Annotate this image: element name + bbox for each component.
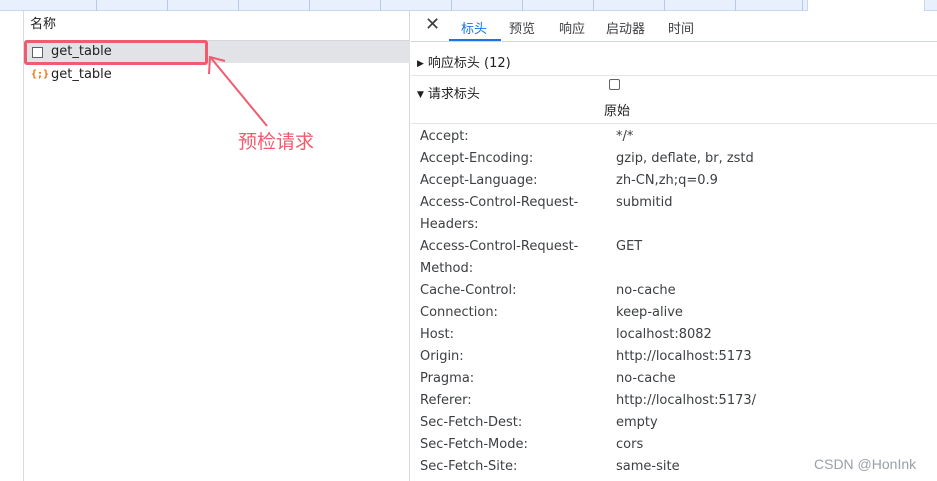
highlight-box [24, 40, 208, 65]
header-value: no-cache [616, 283, 676, 298]
annotation-label: 预检请求 [238, 131, 315, 153]
header-name-continued: Headers: [420, 217, 479, 232]
timeline-gridline [802, 0, 803, 11]
header-value: localhost:8082 [616, 327, 712, 342]
timeline-gridline [451, 0, 452, 11]
header-value: gzip, deflate, br, zstd [616, 151, 754, 166]
header-name: Accept-Encoding: [420, 151, 534, 166]
section-title: 请求标头 [427, 87, 480, 102]
raw-label: 原始 [604, 104, 631, 119]
header-value: GET [616, 239, 643, 254]
header-value: same-site [616, 459, 680, 474]
tab-preview[interactable]: 预览 [509, 18, 535, 37]
header-name: Accept: [420, 129, 469, 144]
timeline-gridline [380, 0, 381, 11]
section-header: ▶ 响应标头 (12) [417, 52, 511, 71]
header-name: Accept-Language: [420, 173, 538, 188]
header-name: Cache-Control: [420, 283, 517, 298]
timeline-gridline [664, 0, 665, 11]
watermark: CSDN @HonInk [814, 456, 917, 472]
timeline-gridline [96, 0, 97, 11]
header-name: Sec-Fetch-Site: [420, 459, 518, 474]
timeline-gridline [238, 0, 239, 11]
timeline-gridline [735, 0, 736, 11]
header-value: no-cache [616, 371, 676, 386]
name-column-header[interactable]: 名称 [25, 11, 409, 41]
header-name: Referer: [420, 393, 472, 408]
tab-headers[interactable]: 标头 [461, 18, 487, 37]
header-value: */* [616, 129, 634, 144]
header-value: cors [616, 437, 644, 452]
section-header: ▼ 请求标头 [417, 83, 480, 102]
expanded-triangle-icon: ▼ [417, 90, 424, 100]
header-name: Pragma: [420, 371, 475, 386]
sidebar-edge [0, 11, 24, 481]
timeline-overview[interactable] [0, 0, 937, 11]
header-value: submitid [616, 195, 673, 210]
section-title: 响应标头 (12) [427, 56, 511, 71]
collapsed-triangle-icon: ▶ [417, 59, 424, 69]
header-value: empty [616, 415, 658, 430]
header-name: Sec-Fetch-Dest: [420, 415, 523, 430]
active-tab-indicator [449, 39, 501, 41]
header-name: Access-Control-Request- [420, 239, 579, 254]
header-name-continued: Method: [420, 261, 474, 276]
header-name: Connection: [420, 305, 498, 320]
timeline-gridline [167, 0, 168, 11]
timeline-window[interactable] [807, 0, 925, 11]
header-value: http://localhost:5173 [616, 349, 752, 364]
timeline-gridline [593, 0, 594, 11]
annotation-arrow [208, 55, 268, 127]
tab-response[interactable]: 响应 [559, 18, 585, 37]
header-name: Host: [420, 327, 454, 342]
raw-checkbox[interactable] [609, 79, 620, 90]
timeline-gridline [309, 0, 310, 11]
header-name: Sec-Fetch-Mode: [420, 437, 528, 452]
header-name: Access-Control-Request- [420, 195, 579, 210]
xhr-braces-icon: {;} [31, 69, 50, 80]
details-tabbar: ✕ 标头 预览 响应 启动器 时间 [411, 11, 937, 42]
header-value: keep-alive [616, 305, 683, 320]
request-headers-section[interactable]: ▼ 请求标头 [411, 76, 937, 124]
header-value: zh-CN,zh;q=0.9 [616, 173, 718, 188]
timeline-gridline [522, 0, 523, 11]
header-value: http://localhost:5173/ [616, 393, 757, 408]
header-name: Origin: [420, 349, 464, 364]
tab-initiator[interactable]: 启动器 [606, 18, 645, 37]
details-panel: ✕ 标头 预览 响应 启动器 时间 ▶ 响应标头 (12) ▼ 请求标头 原始 Ac… [411, 11, 937, 481]
close-icon[interactable]: ✕ [425, 14, 440, 35]
request-name: get_table [51, 67, 112, 82]
tab-timing[interactable]: 时间 [668, 18, 694, 37]
response-headers-section[interactable]: ▶ 响应标头 (12) [411, 43, 937, 76]
